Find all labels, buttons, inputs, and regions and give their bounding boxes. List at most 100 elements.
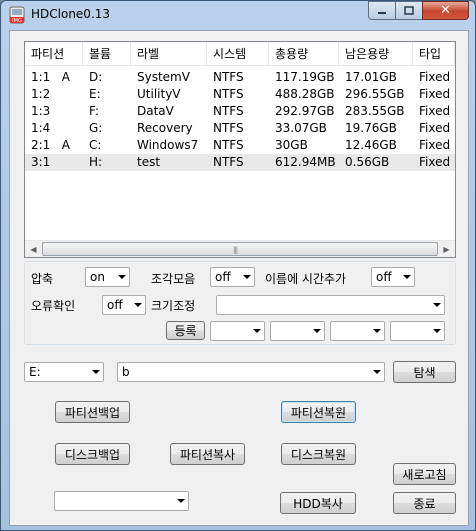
free-cell: 296.55GB [345,87,405,101]
filesystem-cell: NTFS [213,121,244,135]
partition-copy-button[interactable]: 파티션복사 [170,443,245,465]
chevron-down-icon [92,370,100,374]
type-cell: Fixed [419,121,451,135]
total-cell: 33.07GB [275,121,327,135]
table-row[interactable]: 1:2 E: UtilityV NTFS 488.28GB 296.55GB F… [25,86,455,103]
volume-cell: E: [89,87,101,101]
resize-label: 크기조정 [151,299,196,313]
partition-cell: 2:1 A [31,138,70,152]
chevron-down-icon [253,329,261,333]
table-row[interactable]: 1:4 G: Recovery NTFS 33.07GB 19.76GB Fix… [25,120,455,137]
label-cell: DataV [137,104,174,118]
disk-restore-button[interactable]: 디스크복원 [281,443,356,465]
partition-cell: 3:1 [31,155,51,169]
bottom-select[interactable] [54,491,189,511]
table-row[interactable]: 2:1 A C: Windows7 NTFS 30GB 12.46GB Fixe… [25,137,455,154]
total-cell: 292.97GB [275,104,335,118]
add-time-label: 이름에 시간추가 [265,272,347,286]
column-header-label[interactable]: 라벨 [131,42,207,65]
resize-select[interactable] [216,295,445,315]
scroll-left-icon[interactable]: ◀ [25,241,42,257]
chevron-down-icon [403,275,411,279]
refresh-button[interactable]: 새로고침 [393,463,456,485]
minimize-icon [378,11,386,14]
column-header-filesystem[interactable]: 시스템 [207,42,269,65]
free-cell: 0.56GB [345,155,390,169]
chevron-down-icon [177,499,185,503]
size-select-2[interactable] [270,321,325,341]
filesystem-cell: NTFS [213,70,244,84]
filesystem-cell: NTFS [213,138,244,152]
chevron-down-icon [313,329,321,333]
free-cell: 12.46GB [345,138,397,152]
size-select-1[interactable] [210,321,265,341]
svg-text:IMG: IMG [12,18,22,24]
column-header-free[interactable]: 남은용량 [339,42,413,65]
volume-cell: G: [89,121,103,135]
browse-button[interactable]: 탐색 [393,361,456,383]
filesystem-cell: NTFS [213,155,244,169]
add-time-select[interactable]: off [371,267,415,287]
free-cell: 19.76GB [345,121,397,135]
partition-backup-button[interactable]: 파티션백업 [55,401,130,423]
volume-cell: F: [89,104,100,118]
maximize-button[interactable] [395,1,422,20]
label-cell: SystemV [137,70,190,84]
volume-cell: C: [89,138,102,152]
label-cell: test [137,155,161,169]
size-select-4[interactable] [390,321,445,341]
app-icon: IMG [9,6,25,24]
table-row[interactable]: 1:1 A D: SystemV NTFS 117.19GB 17.01GB F… [25,69,455,86]
horizontal-scrollbar[interactable]: ◀ ||| ▶ [25,240,455,257]
free-cell: 17.01GB [345,70,397,84]
type-cell: Fixed [419,104,451,118]
defrag-select[interactable]: off [210,267,255,287]
options-group: 압축 on 조각모음 off 이름에 시간추가 off 오류확인 off 크기조… [24,261,456,345]
column-header-total[interactable]: 총용량 [269,42,339,65]
table-row-selected[interactable]: 3:1 H: test NTFS 612.94MB 0.56GB Fixed [25,154,455,171]
title-bar[interactable]: IMG HDClone0.13 ✕ [1,1,475,29]
filesystem-cell: NTFS [213,87,244,101]
total-cell: 30GB [275,138,308,152]
scroll-right-icon[interactable]: ▶ [438,241,455,257]
volume-cell: H: [89,155,103,169]
table-row[interactable]: 1:3 F: DataV NTFS 292.97GB 283.55GB Fixe… [25,103,455,120]
chevron-down-icon [243,275,251,279]
list-rows: 1:1 A D: SystemV NTFS 117.19GB 17.01GB F… [25,69,455,171]
close-button[interactable]: ✕ [422,1,469,20]
register-button[interactable]: 등록 [166,321,205,340]
chevron-down-icon [373,370,381,374]
drive-select[interactable]: E: [24,362,104,382]
size-select-3[interactable] [330,321,385,341]
verify-select[interactable]: off [102,295,146,315]
defrag-label: 조각모음 [151,272,196,286]
minimize-button[interactable] [368,1,395,20]
partition-list[interactable]: 파티션 볼륨 라벨 시스템 총용량 남은용량 타입 1:1 A D: Syste… [24,41,456,258]
column-header-type[interactable]: 타입 [413,42,455,65]
column-header-partition[interactable]: 파티션 [25,42,83,65]
disk-backup-button[interactable]: 디스크백업 [55,443,130,465]
main-window: IMG HDClone0.13 ✕ 파티션 볼륨 라벨 시스템 총용량 남은용량 [0,0,476,531]
partition-cell: 1:3 [31,104,51,118]
partition-cell: 1:4 [31,121,51,135]
chevron-down-icon [118,275,126,279]
scroll-thumb[interactable]: ||| [42,242,438,256]
free-cell: 283.55GB [345,104,405,118]
hdd-copy-button[interactable]: HDD복사 [280,492,356,514]
compress-label: 압축 [31,272,54,286]
column-header-volume[interactable]: 볼륨 [83,42,131,65]
partition-restore-button[interactable]: 파티션복원 [281,401,356,423]
type-cell: Fixed [419,138,451,152]
chevron-down-icon [373,329,381,333]
total-cell: 612.94MB [275,155,336,169]
maximize-icon [404,6,414,15]
volume-cell: D: [89,70,103,84]
type-cell: Fixed [419,87,451,101]
close-icon: ✕ [440,3,451,18]
compress-select[interactable]: on [85,267,130,287]
total-cell: 117.19GB [275,70,335,84]
exit-button[interactable]: 종료 [393,492,456,514]
path-select[interactable]: b [117,362,385,382]
window-controls: ✕ [368,1,469,21]
label-cell: Recovery [137,121,193,135]
